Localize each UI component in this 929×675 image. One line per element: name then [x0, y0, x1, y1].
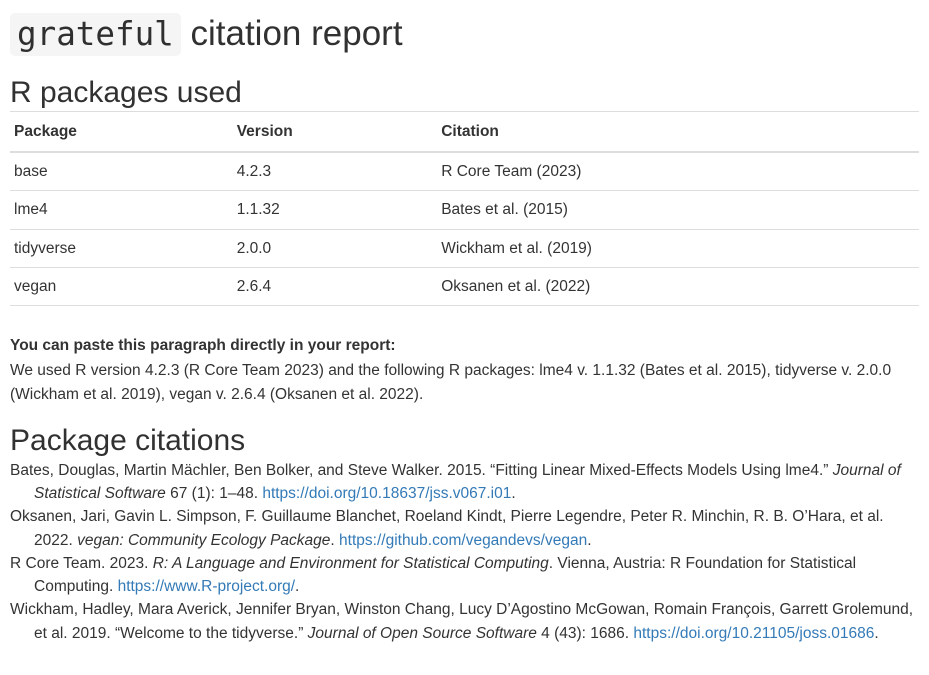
page-title: grateful citation report — [10, 12, 919, 56]
reference-title-italic: vegan: Community Ecology Package — [77, 532, 330, 549]
reference-link[interactable]: https://doi.org/10.18637/jss.v067.i01 — [262, 485, 511, 502]
table-cell-citation: Bates et al. (2015) — [437, 191, 919, 229]
citation-report-page: grateful citation report R packages used… — [0, 0, 929, 675]
table-cell-package: vegan — [10, 267, 233, 305]
table-cell-package: tidyverse — [10, 229, 233, 267]
reference-link[interactable]: https://www.R-project.org/ — [118, 578, 295, 595]
table-row: base4.2.3R Core Team (2023) — [10, 152, 919, 191]
reference-title-italic: R: A Language and Environment for Statis… — [153, 555, 549, 572]
reference-entry: R Core Team. 2023. R: A Language and Env… — [10, 552, 919, 599]
reference-list: Bates, Douglas, Martin Mächler, Ben Bolk… — [10, 459, 919, 645]
table-cell-version: 1.1.32 — [233, 191, 438, 229]
package-citations-heading: Package citations — [10, 424, 919, 457]
page-title-text: citation report — [181, 14, 403, 53]
table-cell-version: 2.6.4 — [233, 267, 438, 305]
packages-table: PackageVersionCitation base4.2.3R Core T… — [10, 111, 919, 306]
column-header-version: Version — [233, 111, 438, 152]
reference-entry: Oksanen, Jari, Gavin L. Simpson, F. Guil… — [10, 505, 919, 552]
packages-used-heading: R packages used — [10, 76, 919, 109]
reference-link[interactable]: https://github.com/vegandevs/vegan — [339, 532, 587, 549]
paste-paragraph: We used R version 4.2.3 (R Core Team 202… — [10, 359, 919, 406]
paste-note: You can paste this paragraph directly in… — [10, 334, 919, 357]
table-cell-citation: R Core Team (2023) — [437, 152, 919, 191]
column-header-citation: Citation — [437, 111, 919, 152]
package-name-code: grateful — [10, 13, 181, 56]
reference-title-italic: Journal of Open Source Software — [308, 625, 537, 642]
table-cell-package: base — [10, 152, 233, 191]
table-cell-version: 4.2.3 — [233, 152, 438, 191]
table-cell-citation: Oksanen et al. (2022) — [437, 267, 919, 305]
reference-link[interactable]: https://doi.org/10.21105/joss.01686 — [633, 625, 874, 642]
table-header-row: PackageVersionCitation — [10, 111, 919, 152]
column-header-package: Package — [10, 111, 233, 152]
reference-entry: Wickham, Hadley, Mara Averick, Jennifer … — [10, 598, 919, 645]
table-cell-citation: Wickham et al. (2019) — [437, 229, 919, 267]
table-row: lme41.1.32Bates et al. (2015) — [10, 191, 919, 229]
reference-entry: Bates, Douglas, Martin Mächler, Ben Bolk… — [10, 459, 919, 506]
table-body: base4.2.3R Core Team (2023)lme41.1.32Bat… — [10, 152, 919, 306]
table-cell-package: lme4 — [10, 191, 233, 229]
table-row: tidyverse2.0.0Wickham et al. (2019) — [10, 229, 919, 267]
table-row: vegan2.6.4Oksanen et al. (2022) — [10, 267, 919, 305]
table-cell-version: 2.0.0 — [233, 229, 438, 267]
